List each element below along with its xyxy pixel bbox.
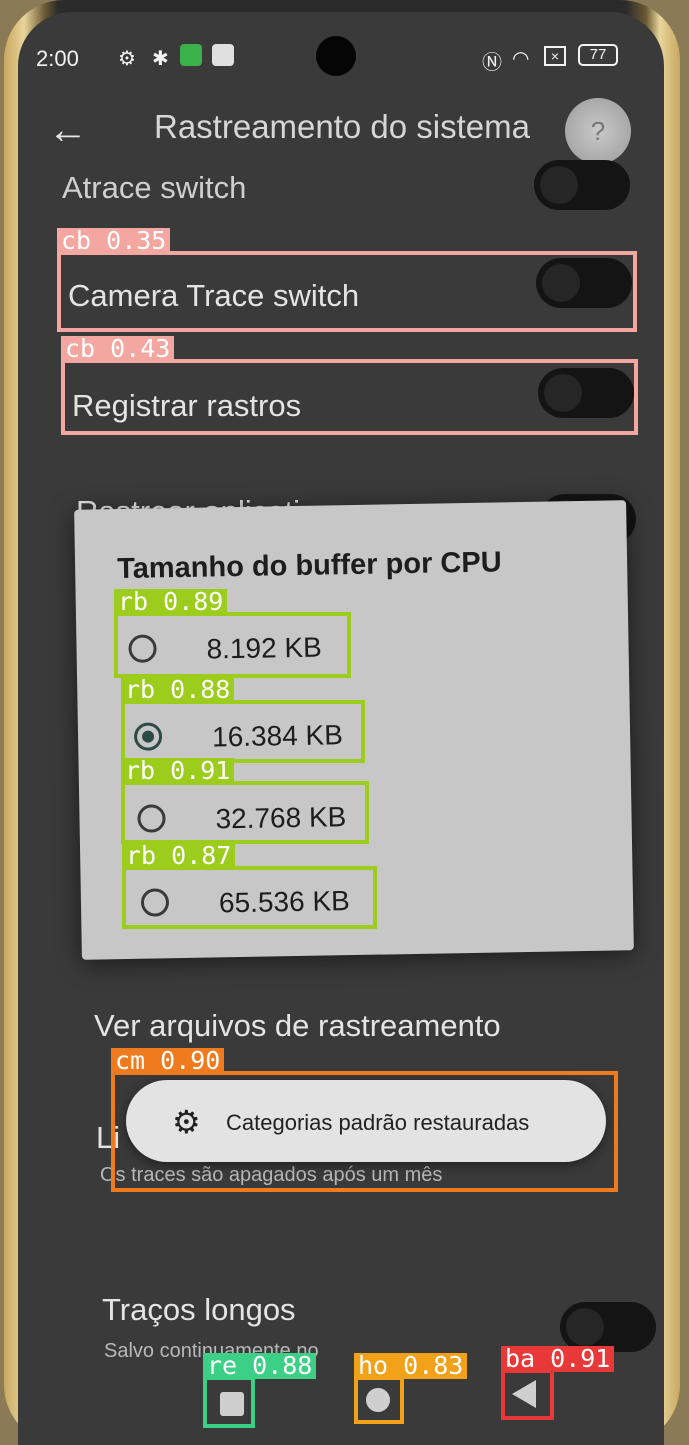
detection-tag: ba 0.91 — [501, 1346, 615, 1372]
front-camera — [316, 36, 356, 76]
ver-arquivos-label[interactable]: Ver arquivos de rastreamento — [94, 1008, 501, 1044]
detection-box — [501, 1369, 554, 1420]
nfc-icon: Ⓝ — [482, 52, 502, 74]
battery-level: 77 — [589, 46, 607, 63]
app-icon-2 — [212, 44, 234, 66]
dialog-title: Tamanho do buffer por CPU — [116, 546, 502, 586]
detection-tag: rb 0.88 — [121, 677, 235, 703]
detection-box — [61, 359, 638, 435]
back-arrow-icon[interactable]: ← — [48, 108, 88, 153]
wifi-icon: ◠ — [512, 48, 530, 70]
detection-tag: cm 0.90 — [111, 1048, 225, 1074]
help-icon[interactable]: ? — [565, 98, 631, 164]
atrace-switch-label: Atrace switch — [62, 170, 247, 205]
battery-icon: 77 — [578, 44, 618, 66]
detection-tag: rb 0.91 — [121, 758, 235, 784]
detection-tag: re 0.88 — [203, 1353, 317, 1379]
detection-box — [121, 781, 369, 844]
bug-icon: ✱ — [152, 48, 169, 70]
detection-box — [114, 612, 351, 678]
detection-box — [354, 1376, 404, 1424]
detection-tag: rb 0.89 — [114, 589, 228, 615]
status-time: 2:00 — [36, 46, 79, 71]
detection-box — [57, 251, 637, 332]
detection-tag: ho 0.83 — [354, 1353, 468, 1379]
settings-gear-icon: ⚙ — [118, 48, 136, 70]
sim-off-icon: × — [544, 46, 566, 66]
detection-tag: cb 0.35 — [57, 228, 171, 254]
app-icon — [180, 44, 202, 66]
detection-box — [122, 866, 377, 929]
detection-tag: rb 0.87 — [122, 843, 236, 869]
detection-box — [121, 700, 365, 763]
detection-box — [203, 1376, 255, 1428]
page-title: Rastreamento do sistema — [154, 108, 531, 145]
atrace-switch-toggle[interactable] — [534, 160, 630, 210]
tracos-longos-label: Traços longos — [102, 1292, 296, 1327]
detection-tag: cb 0.43 — [61, 336, 175, 362]
detection-box — [111, 1071, 618, 1192]
